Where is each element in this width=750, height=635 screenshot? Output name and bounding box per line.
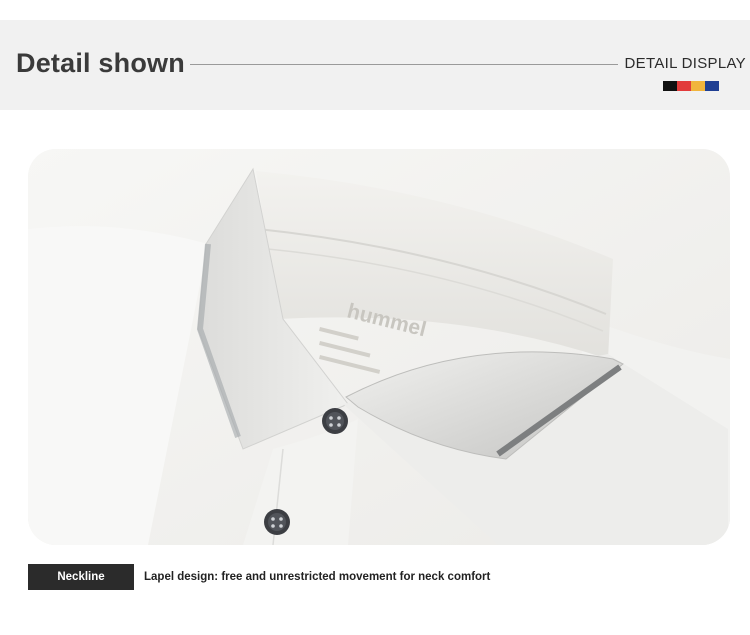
color-swatches [663, 81, 719, 91]
page-title: Detail shown [16, 48, 185, 78]
swatch-black [663, 81, 677, 91]
collar-illustration: hummel [28, 149, 730, 545]
detail-display-label: DETAIL DISPLAY [624, 55, 746, 72]
swatch-red [677, 81, 691, 91]
header-divider [190, 64, 618, 65]
collar-button [322, 408, 348, 434]
neckline-description: Lapel design: free and unrestricted move… [144, 571, 491, 583]
neckline-tag: Neckline [28, 564, 134, 590]
swatch-yellow [691, 81, 705, 91]
collar-photo: hummel [28, 149, 730, 545]
swatch-blue [705, 81, 719, 91]
placket-button [264, 509, 290, 535]
